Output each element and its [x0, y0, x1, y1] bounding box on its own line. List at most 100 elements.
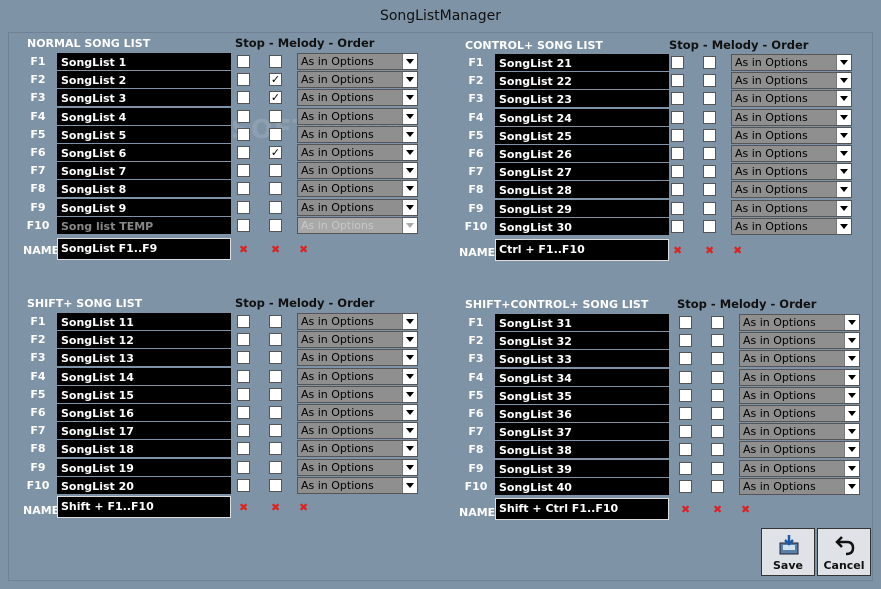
- chevron-down-icon[interactable]: [836, 128, 851, 143]
- melody-checkbox[interactable]: [711, 371, 724, 384]
- stop-checkbox[interactable]: [679, 316, 692, 329]
- order-dropdown[interactable]: As in Options: [739, 369, 860, 386]
- chevron-down-icon[interactable]: [836, 110, 851, 125]
- order-dropdown[interactable]: As in Options: [739, 478, 860, 495]
- chevron-down-icon[interactable]: [844, 406, 859, 421]
- song-list-field[interactable]: SongList 37: [495, 423, 669, 440]
- song-list-field[interactable]: SongList 11: [57, 313, 231, 330]
- song-list-field[interactable]: SongList 24: [495, 109, 669, 126]
- order-dropdown[interactable]: As in Options: [297, 386, 418, 403]
- song-list-field[interactable]: SongList 12: [57, 331, 231, 348]
- reset-column-icon[interactable]: ✖: [299, 502, 308, 513]
- chevron-down-icon[interactable]: [402, 90, 417, 105]
- song-list-field[interactable]: SongList 17: [57, 422, 231, 439]
- order-dropdown[interactable]: As in Options: [731, 145, 852, 162]
- order-dropdown[interactable]: As in Options: [297, 440, 418, 457]
- melody-checkbox[interactable]: [269, 333, 282, 346]
- song-list-field[interactable]: SongList 1: [57, 53, 231, 70]
- song-list-field[interactable]: SongList 7: [57, 162, 231, 179]
- order-dropdown[interactable]: As in Options: [297, 459, 418, 476]
- name-input[interactable]: Ctrl + F1..F10: [495, 239, 669, 261]
- name-input[interactable]: Shift + F1..F10: [57, 496, 231, 518]
- stop-checkbox[interactable]: [679, 425, 692, 438]
- order-dropdown[interactable]: As in Options: [297, 477, 418, 494]
- chevron-down-icon[interactable]: [402, 387, 417, 402]
- melody-checkbox[interactable]: [269, 442, 282, 455]
- order-dropdown[interactable]: As in Options: [731, 163, 852, 180]
- stop-checkbox[interactable]: [237, 424, 250, 437]
- song-list-field[interactable]: SongList 23: [495, 90, 669, 107]
- melody-checkbox[interactable]: [711, 462, 724, 475]
- stop-checkbox[interactable]: [671, 183, 684, 196]
- order-dropdown[interactable]: As in Options: [297, 144, 418, 161]
- stop-checkbox[interactable]: [237, 55, 250, 68]
- melody-checkbox[interactable]: [703, 165, 716, 178]
- song-list-field[interactable]: SongList 5: [57, 126, 231, 143]
- reset-column-icon[interactable]: ✖: [681, 504, 690, 515]
- chevron-down-icon[interactable]: [402, 441, 417, 456]
- melody-checkbox[interactable]: [711, 316, 724, 329]
- stop-checkbox[interactable]: [671, 202, 684, 215]
- chevron-down-icon[interactable]: [844, 479, 859, 494]
- chevron-down-icon[interactable]: [402, 423, 417, 438]
- chevron-down-icon[interactable]: [402, 369, 417, 384]
- stop-checkbox[interactable]: [679, 352, 692, 365]
- order-dropdown[interactable]: As in Options: [297, 126, 418, 143]
- reset-column-icon[interactable]: ✖: [271, 502, 280, 513]
- chevron-down-icon[interactable]: [844, 424, 859, 439]
- song-list-field[interactable]: SongList 28: [495, 181, 669, 198]
- order-dropdown[interactable]: As in Options: [297, 89, 418, 106]
- chevron-down-icon[interactable]: [402, 181, 417, 196]
- stop-checkbox[interactable]: [237, 91, 250, 104]
- melody-checkbox[interactable]: [269, 201, 282, 214]
- order-dropdown[interactable]: As in Options: [731, 181, 852, 198]
- stop-checkbox[interactable]: [237, 110, 250, 123]
- melody-checkbox[interactable]: ✓: [269, 146, 282, 159]
- stop-checkbox[interactable]: [237, 73, 250, 86]
- melody-checkbox[interactable]: [269, 461, 282, 474]
- melody-checkbox[interactable]: [711, 389, 724, 402]
- stop-checkbox[interactable]: [237, 182, 250, 195]
- order-dropdown[interactable]: As in Options: [297, 313, 418, 330]
- chevron-down-icon[interactable]: [402, 54, 417, 69]
- melody-checkbox[interactable]: [269, 388, 282, 401]
- chevron-down-icon[interactable]: [836, 91, 851, 106]
- order-dropdown[interactable]: As in Options: [297, 53, 418, 70]
- stop-checkbox[interactable]: [237, 351, 250, 364]
- order-dropdown[interactable]: As in Options: [297, 108, 418, 125]
- chevron-down-icon[interactable]: [836, 55, 851, 70]
- song-list-field[interactable]: SongList 16: [57, 404, 231, 421]
- chevron-down-icon[interactable]: [844, 461, 859, 476]
- stop-checkbox[interactable]: [237, 479, 250, 492]
- reset-column-icon[interactable]: ✖: [239, 244, 248, 255]
- order-dropdown[interactable]: As in Options: [739, 405, 860, 422]
- chevron-down-icon[interactable]: [844, 442, 859, 457]
- chevron-down-icon[interactable]: [844, 388, 859, 403]
- melody-checkbox[interactable]: [269, 128, 282, 141]
- chevron-down-icon[interactable]: [836, 219, 851, 234]
- melody-checkbox[interactable]: [703, 111, 716, 124]
- chevron-down-icon[interactable]: [836, 146, 851, 161]
- stop-checkbox[interactable]: [237, 164, 250, 177]
- melody-checkbox[interactable]: [703, 220, 716, 233]
- melody-checkbox[interactable]: [269, 370, 282, 383]
- chevron-down-icon[interactable]: [402, 460, 417, 475]
- melody-checkbox[interactable]: [269, 479, 282, 492]
- song-list-field[interactable]: SongList 18: [57, 440, 231, 457]
- stop-checkbox[interactable]: [237, 146, 250, 159]
- order-dropdown[interactable]: As in Options: [739, 314, 860, 331]
- melody-checkbox[interactable]: [703, 92, 716, 105]
- order-dropdown[interactable]: As in Options: [739, 387, 860, 404]
- song-list-field[interactable]: SongList 9: [57, 199, 231, 216]
- song-list-field[interactable]: SongList 40: [495, 478, 669, 495]
- melody-checkbox[interactable]: ✓: [269, 91, 282, 104]
- song-list-field[interactable]: SongList 25: [495, 127, 669, 144]
- reset-column-icon[interactable]: ✖: [239, 502, 248, 513]
- order-dropdown[interactable]: As in Options: [739, 423, 860, 440]
- chevron-down-icon[interactable]: [402, 127, 417, 142]
- melody-checkbox[interactable]: [269, 424, 282, 437]
- song-list-field[interactable]: SongList 14: [57, 368, 231, 385]
- stop-checkbox[interactable]: [671, 147, 684, 160]
- song-list-field[interactable]: SongList 27: [495, 163, 669, 180]
- stop-checkbox[interactable]: [237, 333, 250, 346]
